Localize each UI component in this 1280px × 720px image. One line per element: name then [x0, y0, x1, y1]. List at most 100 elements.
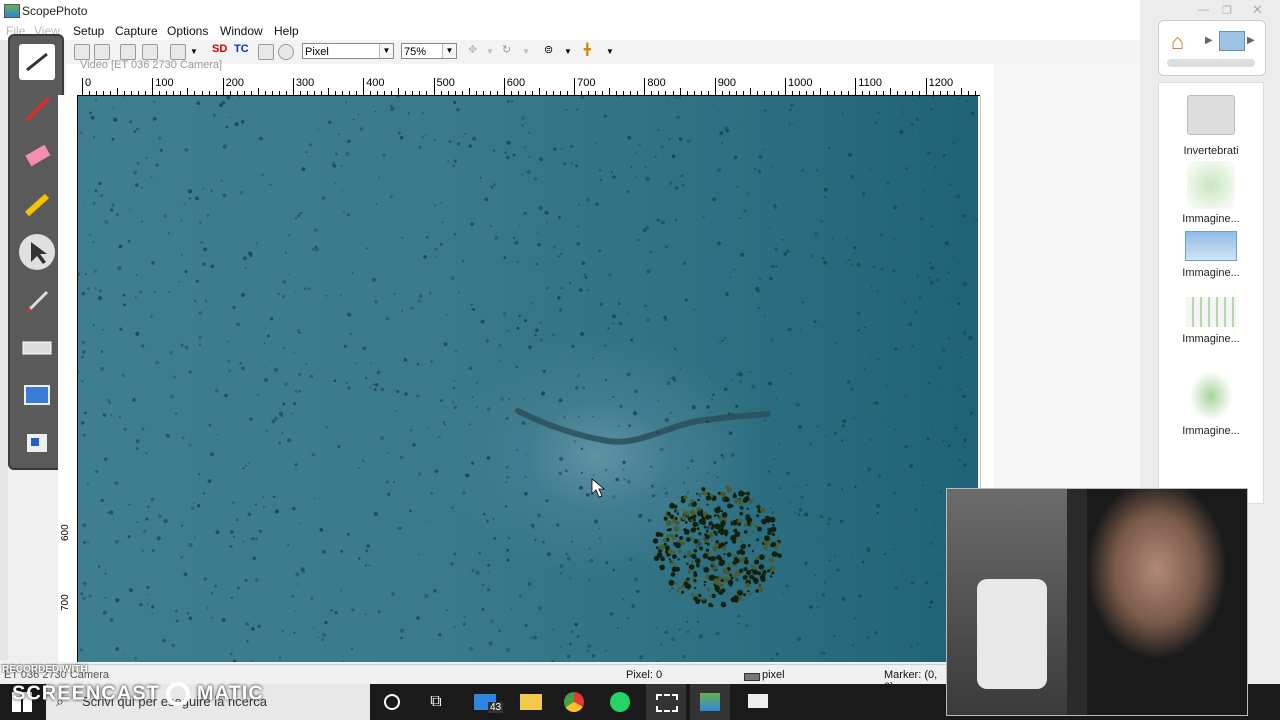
layers-dropdown-icon[interactable]: ▼ — [564, 47, 572, 64]
particle — [717, 167, 722, 173]
particle — [706, 405, 710, 409]
particle — [123, 427, 128, 432]
microscope-image[interactable] — [78, 96, 978, 662]
paste-icon[interactable] — [94, 44, 110, 60]
minimize-icon[interactable]: — — [1198, 4, 1209, 16]
menu-setup[interactable]: Setup — [73, 24, 104, 38]
notepad-tool-icon[interactable] — [19, 44, 55, 80]
particle — [504, 505, 508, 508]
particle — [343, 211, 345, 214]
ruler-minor-tick — [897, 91, 899, 95]
particle — [565, 552, 569, 556]
ruler-minor-tick — [679, 88, 681, 95]
move-dropdown-icon[interactable]: ▼ — [486, 47, 494, 64]
keyboard-tool-icon[interactable] — [19, 330, 55, 366]
screen-tool-icon[interactable] — [19, 378, 55, 414]
menu-options[interactable]: Options — [167, 24, 208, 38]
menu-help[interactable]: Help — [274, 24, 299, 38]
move-icon[interactable]: ✥ — [468, 43, 477, 60]
home-icon[interactable]: ⌂ — [1171, 29, 1184, 55]
particle — [297, 214, 300, 217]
particle — [721, 142, 723, 144]
particle — [232, 535, 235, 538]
list-item[interactable]: Immagine... — [1159, 231, 1263, 279]
zoom-icon[interactable] — [120, 44, 136, 60]
camera-icon[interactable] — [258, 44, 274, 60]
whatsapp-icon[interactable] — [600, 684, 640, 720]
particle — [206, 606, 209, 610]
particle — [128, 208, 131, 211]
particle — [585, 493, 590, 497]
pointer-tool-icon[interactable] — [19, 234, 55, 270]
particle — [204, 299, 208, 302]
chrome-icon[interactable] — [554, 684, 594, 720]
eraser-tool-icon[interactable] — [19, 138, 55, 174]
sd-button[interactable]: SD — [212, 43, 227, 60]
cortana-icon[interactable] — [372, 684, 412, 720]
particle — [503, 256, 507, 259]
particle — [426, 236, 429, 239]
pencil-tool-icon[interactable] — [19, 90, 55, 126]
file-name: Immagine... — [1182, 333, 1240, 345]
cluster-particle — [720, 579, 724, 583]
list-item[interactable]: Invertebrati — [1159, 95, 1263, 157]
menu-window[interactable]: Window — [220, 24, 263, 38]
app-icon — [4, 4, 20, 18]
scopephoto-task-icon[interactable] — [690, 684, 730, 720]
crosshair-dropdown-icon[interactable]: ▼ — [606, 47, 614, 64]
cluster-particle — [690, 527, 696, 533]
ruler-label: 0 — [85, 77, 92, 89]
horizontal-scrollbar[interactable] — [1167, 59, 1255, 67]
whiteboard-tool-icon[interactable] — [19, 426, 55, 462]
chevron-right-icon[interactable]: ▶ — [1205, 35, 1213, 46]
particle — [542, 541, 545, 544]
highlighter-tool-icon[interactable] — [19, 186, 55, 222]
particle — [434, 138, 436, 141]
particle — [366, 247, 369, 250]
particle — [83, 204, 86, 207]
list-item[interactable]: Immagine... — [1159, 371, 1263, 437]
menu-capture[interactable]: Capture — [115, 24, 158, 38]
particle — [366, 544, 371, 548]
particle — [242, 467, 245, 470]
tools-icon[interactable] — [142, 44, 158, 60]
particle — [463, 616, 466, 619]
particle — [339, 589, 342, 592]
particle — [969, 412, 973, 415]
particle — [443, 342, 448, 347]
mail-icon[interactable]: 43 — [466, 684, 506, 720]
screencast-task-icon[interactable] — [738, 684, 778, 720]
layers-icon[interactable]: ⊜ — [544, 43, 553, 60]
pictures-folder-icon[interactable] — [1219, 31, 1245, 51]
particle — [82, 523, 87, 528]
copy-icon[interactable] — [74, 44, 90, 60]
rotate-dropdown-icon[interactable]: ▼ — [522, 47, 530, 64]
particle — [848, 153, 853, 157]
cluster-particle — [724, 541, 728, 545]
particle — [141, 549, 144, 552]
pen-tool-icon[interactable] — [19, 282, 55, 318]
particle — [136, 127, 139, 131]
snipping-tool-icon[interactable] — [646, 684, 686, 720]
particle — [251, 627, 255, 631]
particle — [671, 637, 676, 642]
particle — [929, 600, 934, 604]
list-item[interactable]: Immagine... — [1159, 161, 1263, 225]
timer-icon[interactable] — [278, 44, 294, 60]
task-view-icon[interactable]: ⧉ — [416, 684, 456, 720]
maximize-icon[interactable]: ❐ — [1222, 4, 1232, 17]
unit-bar-icon — [744, 673, 760, 681]
particle — [928, 605, 932, 609]
unit-select[interactable]: Pixel ▼ — [302, 43, 394, 59]
file-explorer-icon[interactable] — [510, 684, 550, 720]
crosshair-icon[interactable]: ╋ — [584, 43, 591, 60]
chevron-right-icon[interactable]: ▶ — [1247, 35, 1255, 46]
list-item[interactable]: Immagine... — [1159, 297, 1263, 345]
particle — [347, 312, 352, 317]
rotate-icon[interactable]: ↻ — [502, 43, 511, 60]
print-icon[interactable] — [170, 44, 186, 60]
close-icon[interactable]: ✕ — [1252, 2, 1263, 18]
particle — [514, 240, 519, 245]
tc-button[interactable]: TC — [234, 43, 249, 60]
zoom-select[interactable]: 75% ▼ — [401, 43, 457, 59]
